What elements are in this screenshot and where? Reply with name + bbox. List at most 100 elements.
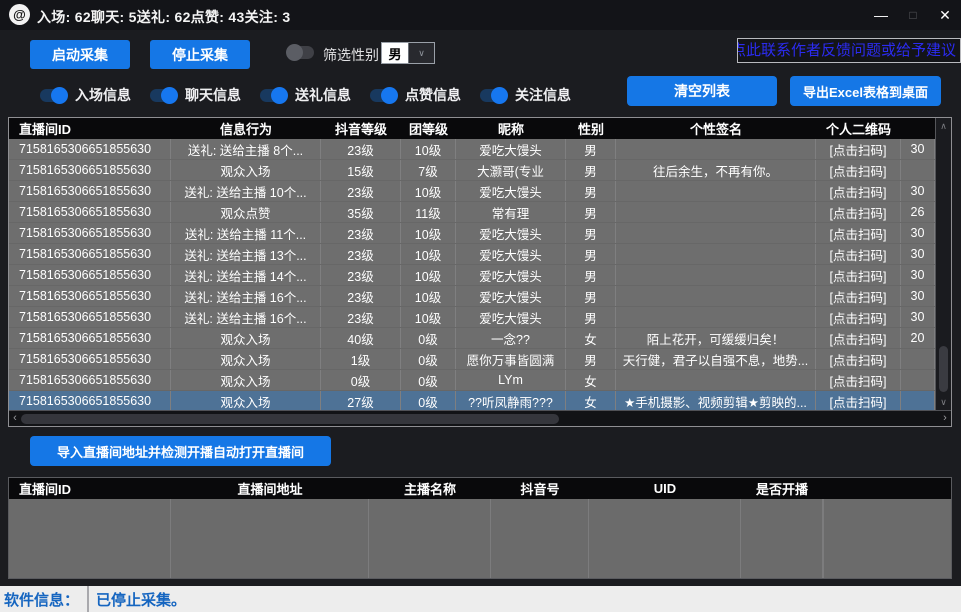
table-cell: 10级 xyxy=(401,139,456,159)
vertical-scrollbar-thumb[interactable] xyxy=(939,346,948,392)
table-row[interactable]: 7158165306651855630送礼: 送给主播 16个...23级10级… xyxy=(9,307,935,328)
table-cell: 观众入场 xyxy=(171,349,321,369)
qr-code-link[interactable]: [点击扫码] xyxy=(816,181,901,201)
table-cell: 送礼: 送给主播 16个... xyxy=(171,307,321,327)
gender-filter-label: 筛选性别 xyxy=(323,45,379,65)
qr-code-link[interactable]: [点击扫码] xyxy=(816,202,901,222)
toggle-knob xyxy=(51,87,68,104)
empty-column xyxy=(823,499,824,578)
table-cell: 23级 xyxy=(321,181,401,201)
qr-code-link[interactable]: [点击扫码] xyxy=(816,370,901,390)
table-cell: LYm xyxy=(456,370,566,390)
toggle-knob xyxy=(286,44,303,61)
table-cell: 男 xyxy=(566,349,616,369)
toggle-switch[interactable] xyxy=(480,89,506,102)
table-cell xyxy=(901,391,935,410)
qr-code-link[interactable]: [点击扫码] xyxy=(816,160,901,180)
chevron-left-icon[interactable]: ‹ xyxy=(9,411,21,427)
feedback-link[interactable]: 点此联系作者反馈问题或给予建议 xyxy=(737,38,961,63)
clear-list-button[interactable]: 清空列表 xyxy=(627,76,777,106)
table-cell: 23级 xyxy=(321,265,401,285)
table-row[interactable]: 7158165306651855630送礼: 送给主播 11个...23级10级… xyxy=(9,223,935,244)
table-row[interactable]: 7158165306651855630送礼: 送给主播 13个...23级10级… xyxy=(9,244,935,265)
chevron-right-icon[interactable]: › xyxy=(939,411,951,427)
table-row[interactable]: 7158165306651855630送礼: 送给主播 14个...23级10级… xyxy=(9,265,935,286)
stop-collect-button[interactable]: 停止采集 xyxy=(150,40,250,69)
qr-code-link[interactable]: [点击扫码] xyxy=(816,349,901,369)
table-row[interactable]: 7158165306651855630观众入场0级0级LYm女[点击扫码] xyxy=(9,370,935,391)
toggle-item: 关注信息 xyxy=(480,85,584,105)
table-cell: 7158165306651855630 xyxy=(9,181,171,201)
table-cell: 男 xyxy=(566,307,616,327)
table-cell: 10级 xyxy=(401,265,456,285)
table-row[interactable]: 7158165306651855630观众入场40级0级一念??女陌上花开，可缓… xyxy=(9,328,935,349)
table-row[interactable]: 7158165306651855630送礼: 送给主播 10个...23级10级… xyxy=(9,181,935,202)
qr-code-link[interactable]: [点击扫码] xyxy=(816,307,901,327)
header-cell: 个性签名 xyxy=(616,118,816,139)
minimize-icon[interactable]: — xyxy=(865,0,897,30)
horizontal-scrollbar-thumb[interactable] xyxy=(21,414,559,424)
table-cell: 观众入场 xyxy=(171,160,321,180)
header-cell: UID xyxy=(589,478,741,499)
toggle-switch[interactable] xyxy=(260,89,286,102)
table-row[interactable]: 7158165306651855630观众入场27级0级??听凤静雨???女★手… xyxy=(9,391,935,410)
header-cell: 个人二维码 xyxy=(816,118,901,139)
table-cell: 26 xyxy=(901,202,935,222)
maximize-icon[interactable]: □ xyxy=(897,0,929,30)
qr-code-link[interactable]: [点击扫码] xyxy=(816,244,901,264)
table-cell: 爱吃大馒头 xyxy=(456,139,566,159)
table-cell: 0级 xyxy=(321,370,401,390)
table-cell xyxy=(616,265,816,285)
table-cell: 送礼: 送给主播 13个... xyxy=(171,244,321,264)
toggle-switch[interactable] xyxy=(40,89,66,102)
toggle-item: 点赞信息 xyxy=(370,85,474,105)
table-cell: 0级 xyxy=(401,391,456,410)
table-row[interactable]: 7158165306651855630送礼: 送给主播 16个...23级10级… xyxy=(9,286,935,307)
qr-code-link[interactable]: [点击扫码] xyxy=(816,223,901,243)
table-cell: 送礼: 送给主播 16个... xyxy=(171,286,321,306)
table-cell: 男 xyxy=(566,181,616,201)
table-cell: 观众入场 xyxy=(171,328,321,348)
table-cell: 7级 xyxy=(401,160,456,180)
qr-code-link[interactable]: [点击扫码] xyxy=(816,391,901,410)
qr-code-link[interactable]: [点击扫码] xyxy=(816,286,901,306)
message-table: 直播间ID信息行为抖音等级团等级昵称性别个性签名个人二维码 7158165306… xyxy=(8,117,952,427)
table-cell: 23级 xyxy=(321,139,401,159)
header-cell: 信息行为 xyxy=(171,118,321,139)
export-excel-button[interactable]: 导出Excel表格到桌面 xyxy=(790,76,941,106)
table-cell: 男 xyxy=(566,244,616,264)
chevron-up-icon[interactable]: ∧ xyxy=(936,119,951,133)
qr-code-link[interactable]: [点击扫码] xyxy=(816,265,901,285)
table-cell: 7158165306651855630 xyxy=(9,307,171,327)
toggle-switch[interactable] xyxy=(370,89,396,102)
toggle-switch[interactable] xyxy=(150,89,176,102)
table-row[interactable]: 7158165306651855630观众入场15级7级大灏哥(专业男往后余生，… xyxy=(9,160,935,181)
table-cell: 30 xyxy=(901,265,935,285)
toggle-label: 送礼信息 xyxy=(295,85,351,105)
gender-select[interactable]: 男 ∨ xyxy=(381,42,435,64)
header-cell: 性别 xyxy=(566,118,616,139)
toggle-item: 聊天信息 xyxy=(150,85,254,105)
table-cell: ★手机摄影、视频剪辑★剪映的... xyxy=(616,391,816,410)
chevron-down-icon[interactable]: ∨ xyxy=(936,395,951,409)
empty-column xyxy=(589,499,741,578)
gender-filter-toggle[interactable] xyxy=(288,46,314,59)
chevron-down-icon: ∨ xyxy=(408,43,434,63)
import-rooms-button[interactable]: 导入直播间地址并检测开播自动打开直播间 xyxy=(30,436,331,466)
table-cell: 7158165306651855630 xyxy=(9,139,171,159)
horizontal-scrollbar[interactable]: ‹ › xyxy=(9,410,951,426)
table-cell: 天行健，君子以自强不息，地势... xyxy=(616,349,816,369)
table-row[interactable]: 7158165306651855630送礼: 送给主播 8个...23级10级爱… xyxy=(9,139,935,160)
qr-code-link[interactable]: [点击扫码] xyxy=(816,139,901,159)
status-label: 软件信息： xyxy=(0,586,89,612)
table-cell: 观众点赞 xyxy=(171,202,321,222)
table-row[interactable]: 7158165306651855630观众点赞35级11级常有理男[点击扫码]2… xyxy=(9,202,935,223)
close-icon[interactable]: ✕ xyxy=(929,0,961,30)
table-row[interactable]: 7158165306651855630观众入场1级0级愿你万事皆圆满男天行健，君… xyxy=(9,349,935,370)
start-collect-button[interactable]: 启动采集 xyxy=(30,40,130,69)
table-cell: 27级 xyxy=(321,391,401,410)
qr-code-link[interactable]: [点击扫码] xyxy=(816,328,901,348)
table-cell: ??听凤静雨??? xyxy=(456,391,566,410)
vertical-scrollbar[interactable]: ∧ ∨ xyxy=(935,118,951,410)
table-cell: 往后余生，不再有你。 xyxy=(616,160,816,180)
